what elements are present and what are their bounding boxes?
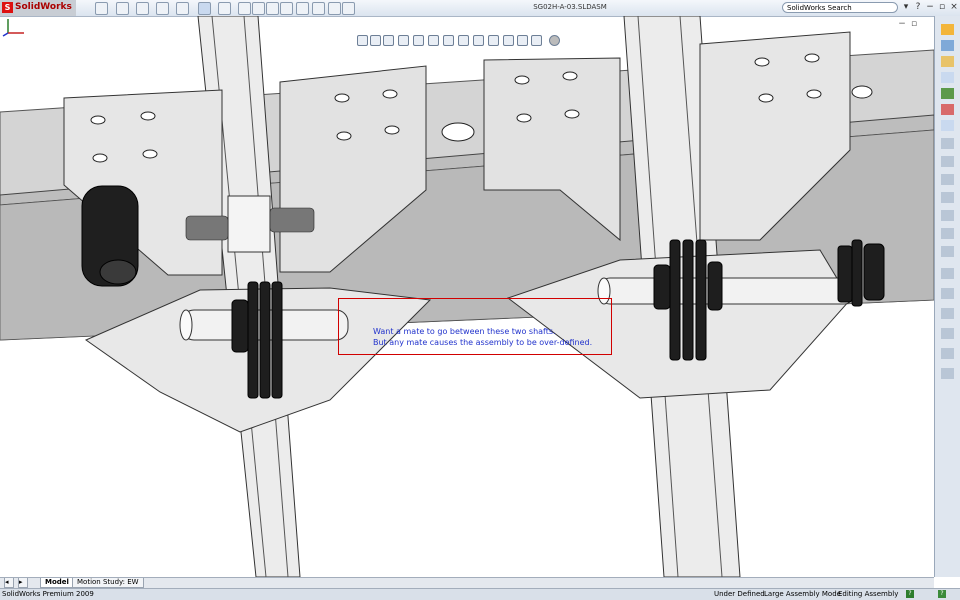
folder-icon[interactable]: [312, 2, 325, 15]
new-icon[interactable]: [95, 2, 108, 15]
view-palette-icon[interactable]: [941, 88, 954, 99]
attach-icon[interactable]: [328, 2, 341, 15]
coordinate-triad-icon: [2, 19, 24, 37]
mate-icon[interactable]: [238, 2, 251, 15]
status-under-defined: Under Defined: [714, 590, 765, 598]
help-menu-icon[interactable]: ?: [912, 2, 924, 13]
spline-icon[interactable]: [941, 210, 954, 221]
close-icon[interactable]: ×: [948, 2, 960, 13]
shaft-right: [597, 277, 855, 305]
annotation-line-2: But any mate causes the assembly to be o…: [373, 338, 593, 347]
mirror-icon[interactable]: [941, 308, 954, 319]
section-view-icon[interactable]: [398, 35, 409, 46]
open-icon[interactable]: [116, 2, 129, 15]
solidworks-logo[interactable]: S SolidWorks: [0, 0, 76, 16]
appearances-icon[interactable]: [941, 104, 954, 115]
apply-scene-icon[interactable]: [473, 35, 484, 46]
model-tabs: ◂ ▸ Model Motion Study: EW: [0, 577, 934, 588]
undo-icon[interactable]: [176, 2, 189, 15]
text-icon[interactable]: [941, 246, 954, 257]
custom-properties-icon[interactable]: [941, 120, 954, 131]
restore-icon[interactable]: ▫: [936, 2, 948, 13]
arc-icon[interactable]: [941, 192, 954, 203]
post-bracket: [227, 195, 271, 253]
product-label: SolidWorks Premium 2009: [2, 590, 94, 598]
print-icon[interactable]: [156, 2, 169, 15]
realview-icon[interactable]: [531, 35, 542, 46]
annotation-line-1: Want a mate to go between these two shaf…: [373, 327, 556, 336]
shadows-icon[interactable]: [503, 35, 514, 46]
file-explorer-icon[interactable]: [941, 56, 954, 67]
previous-view-icon[interactable]: [383, 35, 394, 46]
view-orientation-icon[interactable]: [413, 35, 424, 46]
relations-icon[interactable]: [941, 348, 954, 359]
sprocket-stack-left: [81, 185, 139, 287]
status-mode: Large Assembly Mode: [764, 590, 841, 598]
rectangle-icon[interactable]: [941, 156, 954, 167]
component-icon[interactable]: [266, 2, 279, 15]
minimize-icon[interactable]: −: [924, 2, 936, 13]
title-toolbar: S SolidWorks SG02H-A-03.SLDASM SolidWork…: [0, 0, 960, 17]
select-icon[interactable]: [198, 2, 211, 15]
task-pane: [934, 16, 960, 577]
sum-icon[interactable]: [252, 2, 265, 15]
tab-scroll-left-icon[interactable]: ◂: [4, 578, 14, 588]
design-library-icon[interactable]: [941, 40, 954, 51]
zoom-to-fit-icon[interactable]: [357, 35, 368, 46]
search-input[interactable]: SolidWorks Search: [782, 2, 898, 13]
rebuild-icon[interactable]: [218, 2, 231, 15]
annotation-box: Want a mate to go between these two shaf…: [338, 298, 612, 355]
point-icon[interactable]: [941, 228, 954, 239]
viewport-minimize-icon[interactable]: −: [896, 19, 908, 30]
status-editing: Editing Assembly: [838, 590, 899, 598]
help-icon[interactable]: ?: [906, 590, 914, 598]
circle-icon[interactable]: [941, 174, 954, 185]
brand-label: SolidWorks: [15, 2, 72, 12]
tab-model[interactable]: Model: [40, 578, 74, 588]
tab-motion-study[interactable]: Motion Study: EW: [72, 578, 144, 588]
pattern-icon[interactable]: [941, 328, 954, 339]
zoom-area-icon[interactable]: [370, 35, 381, 46]
status-bar: SolidWorks Premium 2009 Under Defined La…: [0, 588, 960, 600]
offset-icon[interactable]: [941, 288, 954, 299]
render-icon[interactable]: [549, 35, 560, 46]
viewport-restore-icon[interactable]: ▫: [908, 19, 920, 30]
help-icon[interactable]: [342, 2, 355, 15]
camera-icon[interactable]: [517, 35, 528, 46]
sprocket-stack-right: [837, 239, 885, 307]
sketch-line-icon[interactable]: [941, 138, 954, 149]
insert-icon[interactable]: [280, 2, 293, 15]
assembly-model: [0, 16, 934, 577]
solidworks-logo-icon: S: [2, 2, 13, 13]
search-dropdown-icon[interactable]: ▾: [900, 2, 912, 13]
tab-scroll-right-icon[interactable]: ▸: [18, 578, 28, 588]
save-icon[interactable]: [136, 2, 149, 15]
display-style-icon[interactable]: [428, 35, 439, 46]
document-title: SG02H-A-03.SLDASM: [533, 3, 607, 11]
view-settings-icon[interactable]: [488, 35, 499, 46]
options-icon[interactable]: [296, 2, 309, 15]
edit-appearance-icon[interactable]: [458, 35, 469, 46]
hide-show-icon[interactable]: [443, 35, 454, 46]
dimension-icon[interactable]: [941, 368, 954, 379]
graphics-area[interactable]: − ▫ Want a mate to go between these two …: [0, 16, 934, 577]
rebuild-status-icon[interactable]: ?: [938, 590, 946, 598]
search-pane-icon[interactable]: [941, 72, 954, 83]
resources-icon[interactable]: [941, 24, 954, 35]
trim-icon[interactable]: [941, 268, 954, 279]
